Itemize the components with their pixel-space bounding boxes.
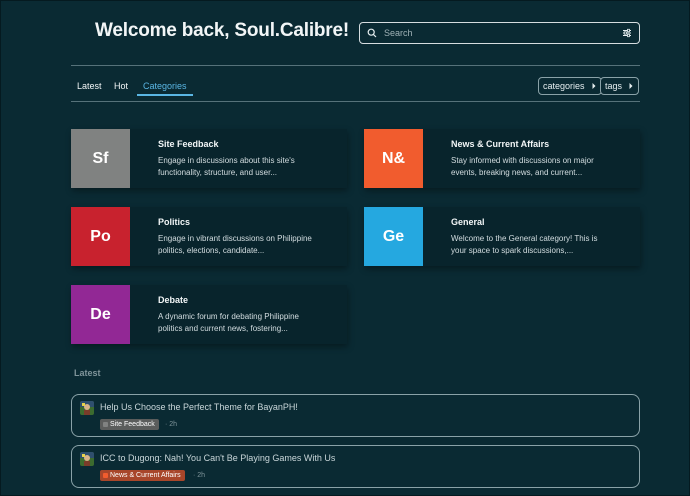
category-card-news[interactable]: N& News & Current Affairs Stay informed … — [364, 129, 640, 188]
category-card-debate[interactable]: De Debate A dynamic forum for debating P… — [71, 285, 347, 344]
category-badge: Po — [71, 207, 130, 266]
category-color-swatch — [103, 473, 108, 478]
category-description: A dynamic forum for debating Philippine … — [158, 312, 299, 333]
header-divider — [71, 65, 640, 66]
topic-age: · 2h — [193, 472, 206, 479]
chevron-right-icon — [592, 83, 596, 89]
search-bar[interactable] — [359, 22, 640, 44]
topic-title[interactable]: ICC to Dugong: Nah! You Can't Be Playing… — [100, 453, 335, 463]
category-card-site-feedback[interactable]: Sf Site Feedback Engage in discussions a… — [71, 129, 347, 188]
topic-age-value: 2h — [197, 472, 206, 479]
topic-category-badge[interactable]: News & Current Affairs — [100, 470, 185, 481]
filter-sliders-icon[interactable] — [621, 27, 633, 39]
topic-category-badge[interactable]: Site Feedback — [100, 419, 159, 430]
category-description: Welcome to the General category! This is… — [451, 234, 598, 255]
category-title[interactable]: General — [451, 217, 485, 227]
category-badge: N& — [364, 129, 423, 188]
nav-divider — [71, 101, 640, 102]
topic-age-value: 2h — [169, 421, 178, 428]
topic-age: · 2h — [165, 421, 178, 428]
avatar[interactable] — [80, 401, 94, 415]
topic-category-label: Site Feedback — [110, 421, 155, 428]
category-description: Engage in vibrant discussions on Philipp… — [158, 234, 312, 255]
tab-categories[interactable]: Categories — [137, 77, 193, 96]
search-input[interactable] — [378, 28, 621, 38]
chevron-right-icon — [629, 83, 633, 89]
category-card-politics[interactable]: Po Politics Engage in vibrant discussion… — [71, 207, 347, 266]
topic-title[interactable]: Help Us Choose the Perfect Theme for Bay… — [100, 402, 298, 412]
category-description: Stay informed with discussions on major … — [451, 156, 594, 177]
tab-latest[interactable]: Latest — [71, 77, 108, 96]
tags-dropdown[interactable]: tags — [600, 77, 640, 95]
topic-row[interactable]: ICC to Dugong: Nah! You Can't Be Playing… — [71, 445, 640, 488]
topic-row[interactable]: Help Us Choose the Perfect Theme for Bay… — [71, 394, 640, 437]
topic-category-label: News & Current Affairs — [110, 472, 181, 479]
category-badge: Sf — [71, 129, 130, 188]
category-title[interactable]: Politics — [158, 217, 190, 227]
category-badge: De — [71, 285, 130, 344]
tags-dropdown-label: tags — [605, 81, 623, 91]
tab-hot[interactable]: Hot — [108, 77, 134, 96]
search-icon — [366, 27, 378, 39]
category-description: Engage in discussions about this site's … — [158, 156, 295, 177]
category-title[interactable]: News & Current Affairs — [451, 139, 549, 149]
category-badge: Ge — [364, 207, 423, 266]
category-title[interactable]: Debate — [158, 295, 188, 305]
avatar[interactable] — [80, 452, 94, 466]
category-card-general[interactable]: Ge General Welcome to the General catego… — [364, 207, 640, 266]
category-title[interactable]: Site Feedback — [158, 139, 219, 149]
welcome-heading: Welcome back, Soul.Calibre! — [95, 20, 349, 41]
categories-dropdown[interactable]: categories — [538, 77, 602, 95]
category-color-swatch — [103, 422, 108, 427]
latest-heading: Latest — [74, 368, 101, 378]
categories-dropdown-label: categories — [543, 81, 585, 91]
